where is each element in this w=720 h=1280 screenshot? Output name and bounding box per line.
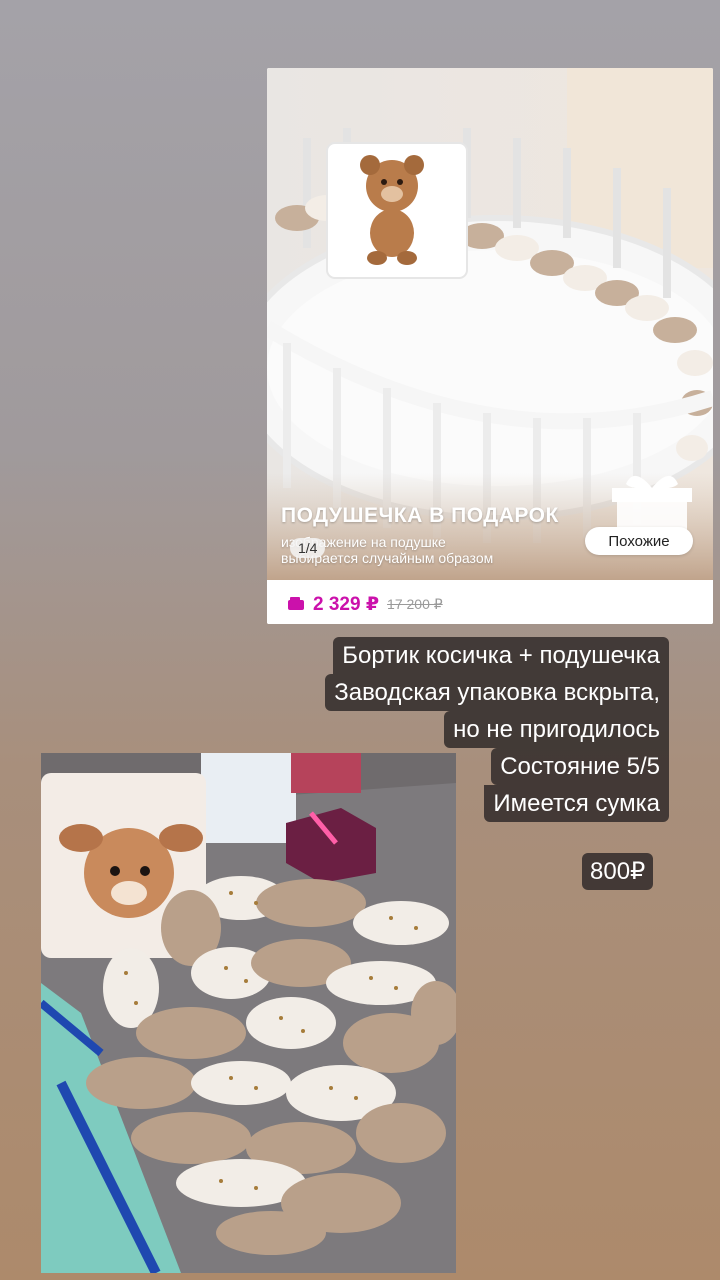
sale-price-tag: 800₽ [582,853,654,890]
current-price: 2 329 ₽ [313,593,380,615]
similar-button[interactable]: Похожие [585,527,693,555]
price-row: 2 329 ₽ 17 200 ₽ [267,584,713,624]
product-card[interactable]: ПОДУШЕЧКА В ПОДАРОК изображение на подуш… [267,68,713,624]
product-photo-braid [41,753,456,1273]
caption-line-3: но не пригодилось [444,711,669,748]
wallet-icon [288,597,304,610]
promo-title: ПОДУШЕЧКА В ПОДАРОК [281,504,559,527]
caption-line-4: Состояние 5/5 [491,748,669,785]
caption-line-1: Бортик косичка + подушечка [333,637,669,674]
image-counter: 1/4 [290,538,326,558]
caption-line-5: Имеется сумка [484,785,669,822]
old-price: 17 200 ₽ [387,595,443,612]
caption-line-2: Заводская упаковка вскрыта, [325,674,669,711]
